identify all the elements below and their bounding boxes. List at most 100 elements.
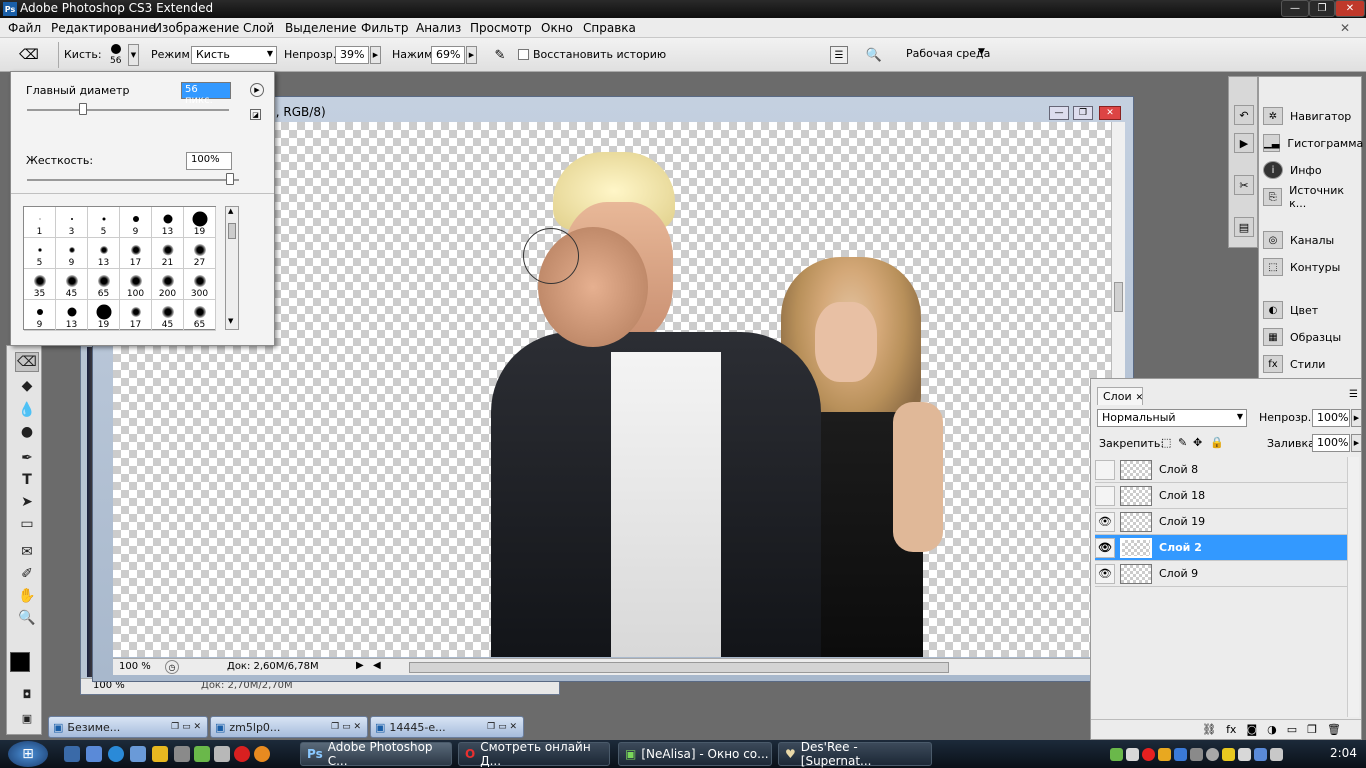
diameter-slider[interactable] [27, 109, 229, 111]
menu-window[interactable]: Окно [541, 21, 573, 35]
brush-reset-icon[interactable]: ◪ [250, 109, 261, 120]
menu-select[interactable]: Выделение [285, 21, 356, 35]
menu-help[interactable]: Справка [583, 21, 636, 35]
palette-well-icon[interactable]: ☰ [830, 46, 848, 64]
scroll-left-icon[interactable]: ◀ [373, 660, 381, 671]
preset-scrollbar[interactable]: ▲ ▼ [225, 206, 239, 330]
status-menu-arrow-icon[interactable]: ▶ [356, 660, 364, 671]
taskbar-button[interactable]: ♥ Des'Ree - [Supernat... [778, 740, 932, 768]
show-desktop-icon[interactable] [64, 746, 80, 762]
brush-preset[interactable]: 35 [24, 269, 56, 300]
eye-icon[interactable]: 👁 [1095, 511, 1115, 532]
pen-tool-icon[interactable]: ✒ [15, 448, 39, 468]
panel-styles[interactable]: fx Стили [1263, 353, 1361, 375]
link-layers-icon[interactable]: ⛓ [1202, 723, 1216, 736]
bridge-icon[interactable]: 🔍 [862, 46, 886, 64]
media-player-icon[interactable] [152, 746, 168, 762]
blur-tool-icon[interactable]: 💧 [15, 400, 39, 420]
diameter-input[interactable]: 56 пикс. [181, 82, 231, 106]
brush-preset[interactable]: 9 [120, 207, 152, 238]
adjustment-layer-icon[interactable]: ◑ [1267, 723, 1277, 736]
tray-icon[interactable] [1222, 747, 1235, 761]
menu-image[interactable]: Изображение [153, 21, 239, 35]
doc-tab[interactable]: ▣ zm5lp0... ❐ ▭ ✕ [210, 716, 368, 738]
tray-icon[interactable] [1238, 747, 1251, 761]
scroll-down-icon[interactable]: ▼ [228, 317, 233, 325]
opacity-slider-button[interactable]: ▶ [370, 46, 381, 64]
brush-preset[interactable]: 27 [184, 238, 216, 269]
eyedropper-tool-icon[interactable]: ✐ [15, 564, 39, 584]
layer-row[interactable]: 👁 Слой 19 [1095, 509, 1350, 535]
status-info-icon[interactable]: ◷ [165, 660, 179, 674]
brush-preset[interactable]: 13 [88, 238, 120, 269]
quick-mask-icon[interactable]: ◘ [15, 684, 39, 704]
layer-opacity-slider-button[interactable]: ▶ [1351, 409, 1362, 427]
brush-preset[interactable]: 65 [184, 300, 216, 331]
close-icon[interactable]: ✕ [1136, 393, 1144, 403]
brush-preset[interactable]: 19 [88, 300, 120, 331]
eraser-tool-icon[interactable]: ⌫ [15, 352, 39, 372]
panel-color[interactable]: ◐ Цвет [1263, 299, 1361, 321]
menu-file[interactable]: Файл [8, 21, 41, 35]
opera-icon[interactable] [234, 746, 250, 762]
airbrush-icon[interactable]: ✎ [490, 46, 510, 64]
doc-minimize-button[interactable]: — [1049, 106, 1069, 120]
doc-tab-controls[interactable]: ❐ ▭ ✕ [331, 722, 361, 732]
taskbar-button[interactable]: ▣ [NeAlisa] - Окно со... [618, 742, 772, 766]
menu-filter[interactable]: Фильтр [361, 21, 408, 35]
brush-preset[interactable]: 45 [56, 269, 88, 300]
layer-opacity-input[interactable]: 100% [1312, 409, 1350, 427]
layers-scrollbar[interactable] [1347, 457, 1359, 717]
brush-preview[interactable]: 56 [106, 42, 126, 68]
volume-icon[interactable] [1270, 747, 1283, 761]
doc-close-button[interactable]: ✕ [1099, 106, 1121, 120]
menu-edit[interactable]: Редактирование [51, 21, 156, 35]
flow-input[interactable]: 69% [431, 46, 465, 64]
doc-tab[interactable]: ▣ 14445-e... ❐ ▭ ✕ [370, 716, 524, 738]
clock[interactable]: 2:04 [1330, 746, 1357, 760]
layer-row[interactable]: 👁 Слой 9 [1095, 561, 1350, 587]
panel-histogram[interactable]: ▁▃ Гистограмма [1263, 132, 1363, 154]
minimize-button[interactable]: — [1281, 0, 1309, 17]
layer-style-icon[interactable]: fx [1226, 723, 1236, 736]
eraser-tool-preset-icon[interactable]: ⌫ [14, 46, 44, 64]
new-layer-icon[interactable]: ❐ [1307, 723, 1317, 736]
start-button[interactable]: ⊞ [8, 741, 48, 767]
close-button[interactable]: ✕ [1335, 0, 1365, 17]
panel-info[interactable]: i Инфо [1263, 159, 1361, 181]
brush-preset[interactable]: 100 [120, 269, 152, 300]
type-tool-icon[interactable]: T [15, 470, 39, 490]
blend-mode-select[interactable]: Нормальный ▼ [1097, 409, 1247, 427]
rectangle-tool-icon[interactable]: ▭ [15, 514, 39, 534]
tray-icon[interactable] [1126, 747, 1139, 761]
history-panel-icon[interactable]: ↶ [1234, 105, 1254, 125]
menu-view[interactable]: Просмотр [470, 21, 532, 35]
panel-swatches[interactable]: ▦ Образцы [1263, 326, 1361, 348]
path-selection-tool-icon[interactable]: ➤ [15, 492, 39, 512]
zoom-level[interactable]: 100 % [119, 661, 151, 672]
tab-layers[interactable]: Слои ✕ [1097, 387, 1143, 405]
panel-navigator[interactable]: ✲ Навигатор [1263, 105, 1361, 127]
visibility-toggle[interactable] [1095, 485, 1115, 506]
maximize-button[interactable]: ❐ [1309, 0, 1335, 17]
vertical-scroll-thumb[interactable] [1114, 282, 1123, 312]
horizontal-scroll-thumb[interactable] [409, 662, 949, 673]
brush-preset-grid[interactable]: 1 3 5 9 13 19 5 9 13 17 21 27 35 45 65 1… [23, 206, 216, 331]
tray-icon[interactable] [1254, 747, 1267, 761]
hardness-slider-thumb[interactable] [226, 173, 234, 185]
notes-tool-icon[interactable]: ✉ [15, 542, 39, 562]
brush-preset[interactable]: 21 [152, 238, 184, 269]
dodge-tool-icon[interactable]: ● [15, 422, 39, 442]
taskbar-button[interactable]: Ps Adobe Photoshop C... [300, 740, 452, 768]
hardness-input[interactable]: 100% [186, 152, 232, 170]
paint-bucket-tool-icon[interactable]: ◆ [15, 376, 39, 396]
flow-slider-button[interactable]: ▶ [466, 46, 477, 64]
doc-maximize-button[interactable]: ❐ [1073, 106, 1093, 120]
brush-preset[interactable]: 13 [152, 207, 184, 238]
new-group-icon[interactable]: ▭ [1287, 723, 1297, 736]
fill-input[interactable]: 100% [1312, 434, 1350, 452]
menu-layer[interactable]: Слой [243, 21, 274, 35]
brush-preset[interactable]: 300 [184, 269, 216, 300]
quick-launch-icon[interactable] [194, 746, 210, 762]
tray-icon[interactable] [1158, 747, 1171, 761]
